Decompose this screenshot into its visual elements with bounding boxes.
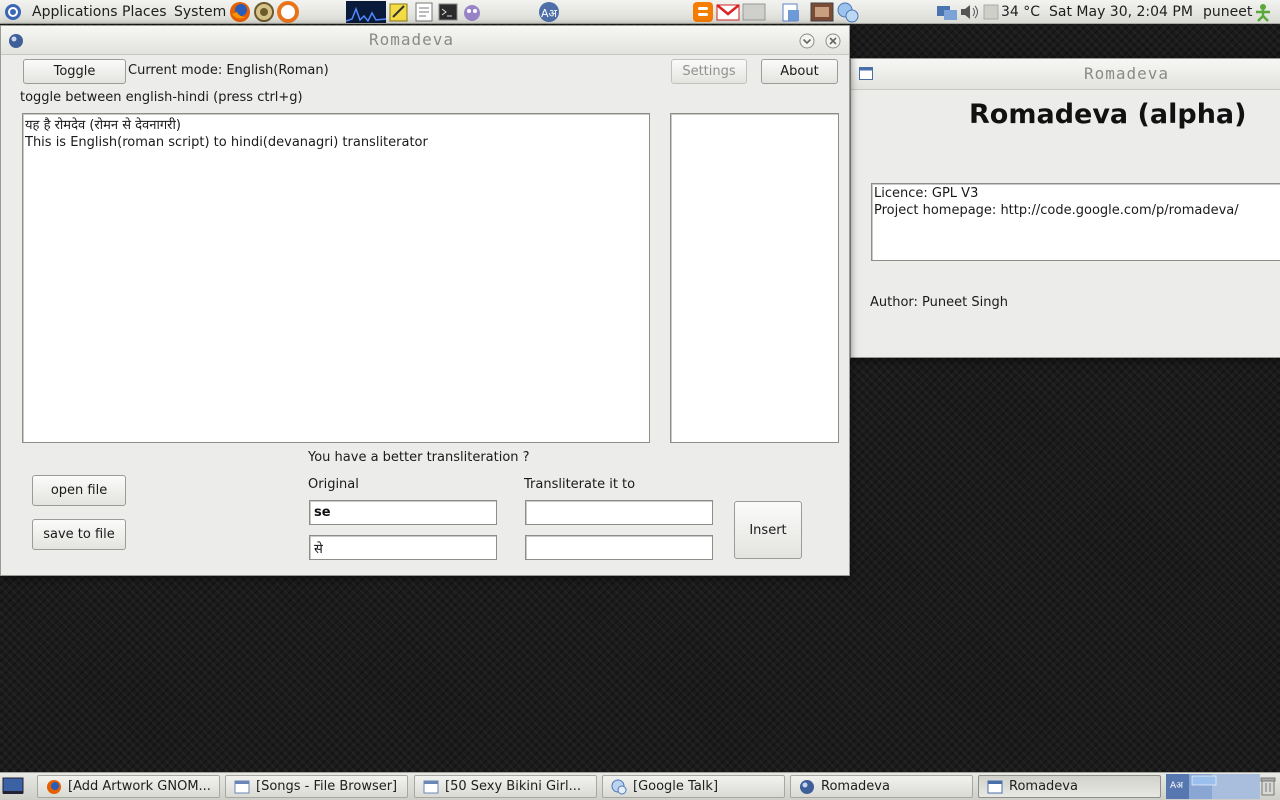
main-window-titlebar[interactable]: Romadeva — [1, 26, 849, 55]
editor-line-hindi: यह है रोमदेव (रोमन से देवनागरी) — [25, 118, 181, 133]
task-romadeva-about[interactable]: Romadeva — [978, 775, 1161, 798]
licence-text: Licence: GPL V3 — [874, 186, 979, 201]
original-label: Original — [308, 477, 359, 492]
about-window-titlebar[interactable]: Romadeva — [851, 59, 1280, 90]
transliteration-editor[interactable]: यह है रोमदेव (रोमन से देवनागरी) This is … — [22, 113, 650, 443]
menu-system[interactable]: System — [174, 0, 226, 24]
clipboard-icon[interactable] — [780, 1, 802, 23]
blogger-icon[interactable] — [692, 1, 714, 23]
task-label: [Songs - File Browser] — [256, 779, 398, 794]
minimize-chevron-icon[interactable] — [799, 33, 815, 49]
close-icon[interactable] — [825, 33, 841, 49]
toggle-hint-text: toggle between english-hindi (press ctrl… — [20, 90, 303, 105]
clock[interactable]: Sat May 30, 2:04 PM — [1049, 0, 1193, 24]
weather-icon — [983, 3, 999, 21]
suggestions-list[interactable] — [670, 113, 839, 443]
task-label: Romadeva — [1009, 779, 1078, 794]
gnome-foot-icon[interactable] — [4, 3, 22, 21]
file-browser-icon — [234, 779, 250, 795]
about-button[interactable]: About — [761, 59, 838, 84]
network-globe-icon[interactable] — [836, 1, 860, 23]
toggle-button[interactable]: Toggle — [23, 59, 126, 84]
gmail-icon[interactable] — [716, 1, 740, 23]
workspace-switcher[interactable]: Aअ — [1166, 774, 1260, 799]
blank-launcher-icon[interactable] — [742, 2, 766, 22]
terminal-icon[interactable] — [438, 1, 458, 23]
top-panel: Applications Places System Aअ 34 °C Sat … — [0, 0, 1280, 24]
transliterate-input-2[interactable] — [525, 535, 713, 560]
task-songs-file-browser[interactable]: [Songs - File Browser] — [225, 775, 408, 798]
main-window: Romadeva Toggle Current mode: English(Ro… — [0, 25, 850, 576]
bottom-taskbar: [Add Artwork GNOM... [Songs - File Brows… — [0, 772, 1280, 800]
window-icon — [423, 779, 439, 795]
user-menu[interactable]: puneet — [1203, 0, 1252, 24]
editor-line-english: This is English(roman script) to hindi(d… — [25, 135, 428, 150]
settings-button[interactable]: Settings — [671, 59, 747, 84]
romadeva-icon — [799, 779, 815, 795]
insert-button[interactable]: Insert — [734, 501, 802, 559]
notes-icon[interactable] — [389, 1, 409, 23]
svg-text:Aअ: Aअ — [541, 7, 558, 20]
save-to-file-button[interactable]: save to file — [32, 519, 126, 550]
better-transliteration-prompt: You have a better transliteration ? — [308, 450, 530, 465]
romadeva-window-icon[interactable] — [8, 33, 24, 49]
about-window-title: Romadeva — [1084, 64, 1170, 83]
task-google-talk[interactable]: [Google Talk] — [602, 775, 785, 798]
task-label: [50 Sexy Bikini Girl... — [445, 779, 581, 794]
svg-text:Aअ: Aअ — [1170, 781, 1184, 791]
temperature-readout[interactable]: 34 °C — [1001, 0, 1040, 24]
task-add-artwork[interactable]: [Add Artwork GNOM... — [37, 775, 220, 798]
task-browser-tab[interactable]: [50 Sexy Bikini Girl... — [414, 775, 597, 798]
system-monitor-icon[interactable] — [346, 1, 386, 23]
menu-places[interactable]: Places — [122, 0, 167, 24]
firefox-icon — [46, 779, 62, 795]
window-menu-icon[interactable] — [859, 67, 873, 81]
task-romadeva-main[interactable]: Romadeva — [790, 775, 973, 798]
text-editor-icon[interactable] — [414, 1, 434, 23]
main-window-title: Romadeva — [369, 30, 455, 49]
safe-icon[interactable] — [253, 1, 275, 23]
author-text: Author: Puneet Singh — [870, 295, 1008, 310]
network-status-icon[interactable] — [936, 2, 958, 22]
open-file-button[interactable]: open file — [32, 475, 126, 506]
photo-viewer-icon[interactable] — [810, 1, 834, 23]
trash-icon[interactable] — [1260, 776, 1276, 796]
task-label: [Add Artwork GNOM... — [68, 779, 211, 794]
transliterate-input[interactable] — [525, 500, 713, 525]
firefox-icon[interactable] — [229, 1, 251, 23]
transliterate-to-label: Transliterate it to — [524, 477, 636, 492]
user-status-icon[interactable] — [1253, 2, 1273, 22]
help-lifebuoy-icon[interactable] — [277, 1, 299, 23]
window-icon — [987, 779, 1003, 795]
current-mode-text: Current mode: English(Roman) — [128, 63, 329, 78]
menu-applications[interactable]: Applications — [32, 0, 118, 24]
original-hindi-input[interactable] — [309, 535, 497, 560]
task-label: [Google Talk] — [633, 779, 719, 794]
homepage-text: Project homepage: http://code.google.com… — [874, 203, 1239, 218]
volume-icon[interactable] — [959, 2, 981, 22]
task-label: Romadeva — [821, 779, 890, 794]
about-info-box[interactable]: Licence: GPL V3 Project homepage: http:/… — [871, 183, 1280, 261]
romadeva-icon[interactable]: Aअ — [536, 1, 562, 23]
about-heading: Romadeva (alpha) — [969, 99, 1247, 130]
about-window: Romadeva Romadeva (alpha) Licence: GPL V… — [850, 58, 1280, 358]
pidgin-icon[interactable] — [461, 1, 483, 23]
original-input[interactable] — [309, 500, 497, 525]
show-desktop-icon[interactable] — [2, 776, 24, 796]
chat-bubble-icon — [611, 779, 627, 795]
